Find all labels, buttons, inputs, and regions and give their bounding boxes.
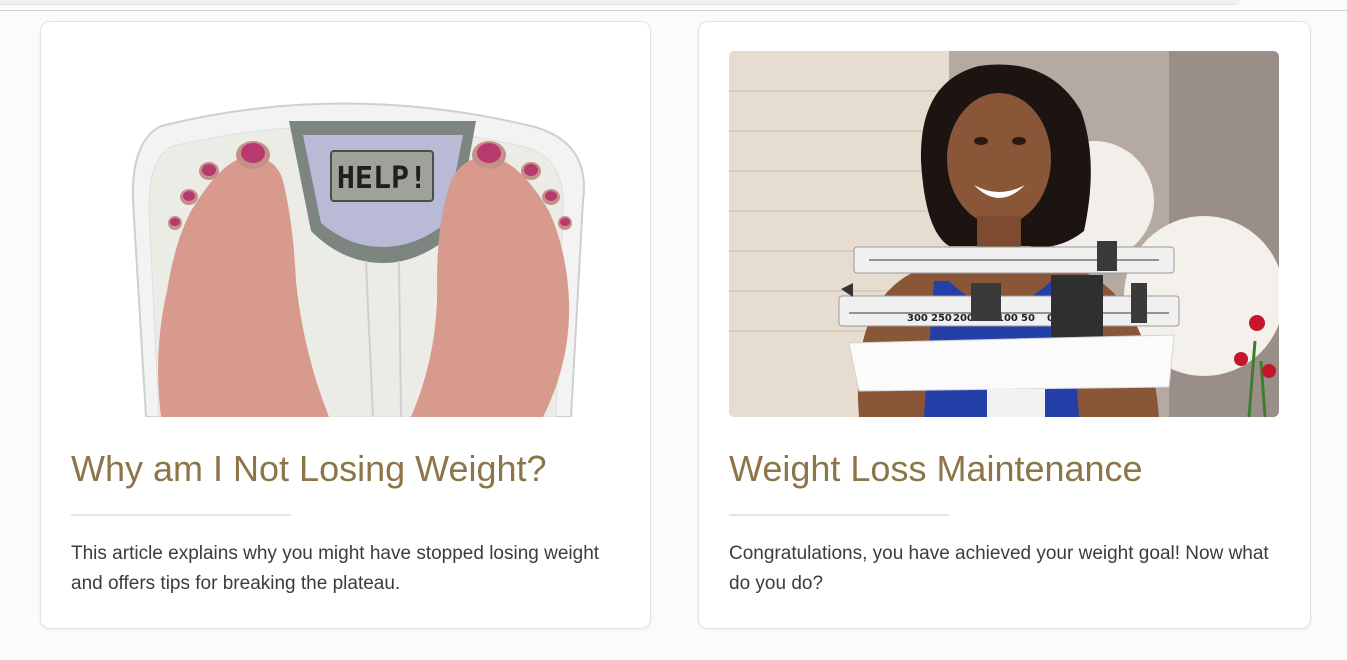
card-title[interactable]: Why am I Not Losing Weight? [71, 448, 547, 490]
scale-display-text: HELP! [337, 161, 427, 196]
card-description: This article explains why you might have… [71, 543, 600, 594]
browser-top-bar [0, 0, 1347, 11]
article-card-not-losing-weight[interactable]: HELP! Why am I Not Losing Weight? This a… [40, 21, 651, 629]
scale-number: 300 [907, 313, 928, 324]
card-title[interactable]: Weight Loss Maintenance [729, 448, 1143, 490]
scale-feet-image[interactable]: HELP! [71, 51, 621, 417]
scale-number: 250 [931, 313, 952, 324]
scale-number: 200 [953, 313, 974, 324]
woman-scale-image[interactable]: 300 250 200 100 50 0 [729, 51, 1279, 417]
address-bar-edge [0, 0, 1240, 5]
title-divider [729, 514, 949, 516]
article-card-weight-maintenance[interactable]: 300 250 200 100 50 0 Weight Loss Mainten… [698, 21, 1311, 629]
title-divider [71, 514, 291, 516]
scale-number: 50 [1021, 313, 1035, 324]
card-description: Congratulations, you have achieved your … [729, 543, 1269, 594]
